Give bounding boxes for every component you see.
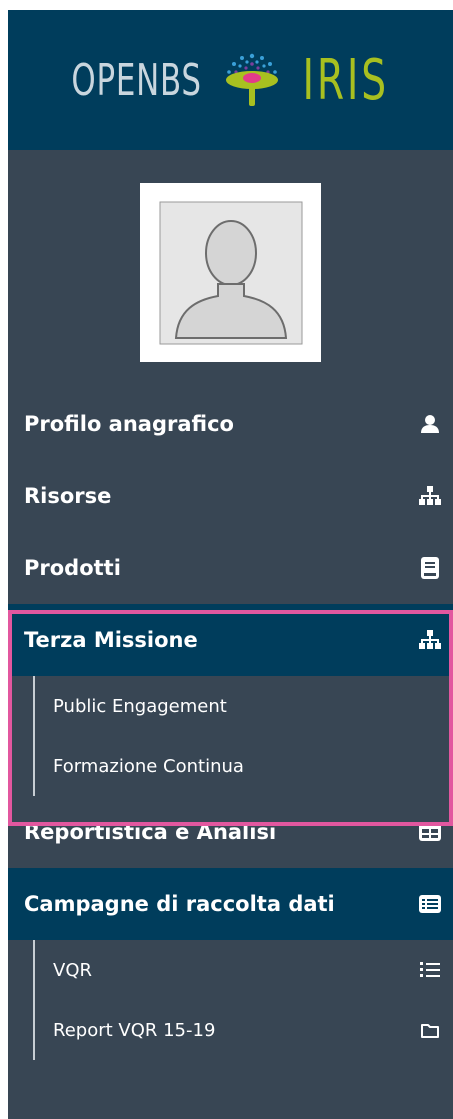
menu-item-risorse[interactable]: Risorse bbox=[8, 460, 453, 532]
brand-left-text: OPENBS bbox=[71, 54, 202, 106]
folder-icon bbox=[419, 1019, 441, 1041]
sitemap-icon bbox=[419, 629, 441, 651]
submenu-terza-missione: Public Engagement Formazione Continua bbox=[8, 676, 453, 796]
ordered-list-icon bbox=[419, 959, 441, 981]
menu-item-prodotti[interactable]: Prodotti bbox=[8, 532, 453, 604]
peacock-logo-icon bbox=[226, 53, 279, 106]
menu-item-terza-missione[interactable]: Terza Missione bbox=[8, 604, 453, 676]
submenu-label: Public Engagement bbox=[53, 695, 227, 717]
submenu-label: Report VQR 15-19 bbox=[53, 1019, 216, 1041]
menu-label: Terza Missione bbox=[24, 628, 198, 652]
brand-header[interactable]: OPENBS IRIS bbox=[8, 10, 453, 150]
sidebar: OPENBS IRIS Profilo anagrafico Risorse P… bbox=[8, 10, 453, 1119]
brand-right-text: IRIS bbox=[302, 47, 390, 113]
menu-item-campagne-raccolta-dati[interactable]: Campagne di raccolta dati bbox=[8, 868, 453, 940]
list-alt-icon bbox=[419, 893, 441, 915]
menu-label: Risorse bbox=[24, 484, 112, 508]
user-icon bbox=[419, 413, 441, 435]
submenu-guide-line bbox=[33, 940, 35, 1060]
sitemap-icon bbox=[419, 485, 441, 507]
menu-item-profilo-anagrafico[interactable]: Profilo anagrafico bbox=[8, 388, 453, 460]
submenu-item-public-engagement[interactable]: Public Engagement bbox=[8, 676, 453, 736]
avatar[interactable] bbox=[140, 183, 321, 362]
submenu-item-report-vqr-15-19[interactable]: Report VQR 15-19 bbox=[8, 1000, 453, 1060]
openbs-iris-logo: OPENBS IRIS bbox=[53, 48, 408, 113]
menu-label: Profilo anagrafico bbox=[24, 412, 234, 436]
table-icon bbox=[419, 821, 441, 843]
submenu-label: Formazione Continua bbox=[53, 755, 244, 777]
menu-label: Campagne di raccolta dati bbox=[24, 892, 335, 916]
submenu-label: VQR bbox=[53, 959, 92, 981]
book-icon bbox=[419, 557, 441, 579]
submenu-item-vqr[interactable]: VQR bbox=[8, 940, 453, 1000]
submenu-item-formazione-continua[interactable]: Formazione Continua bbox=[8, 736, 453, 796]
submenu-campagne: VQR Report VQR 15-19 bbox=[8, 940, 453, 1060]
menu-label: Reportistica e Analisi bbox=[24, 820, 277, 844]
submenu-guide-line bbox=[33, 676, 35, 796]
menu-label: Prodotti bbox=[24, 556, 121, 580]
user-placeholder-icon bbox=[159, 201, 302, 344]
menu-item-reportistica-analisi[interactable]: Reportistica e Analisi bbox=[8, 796, 453, 868]
